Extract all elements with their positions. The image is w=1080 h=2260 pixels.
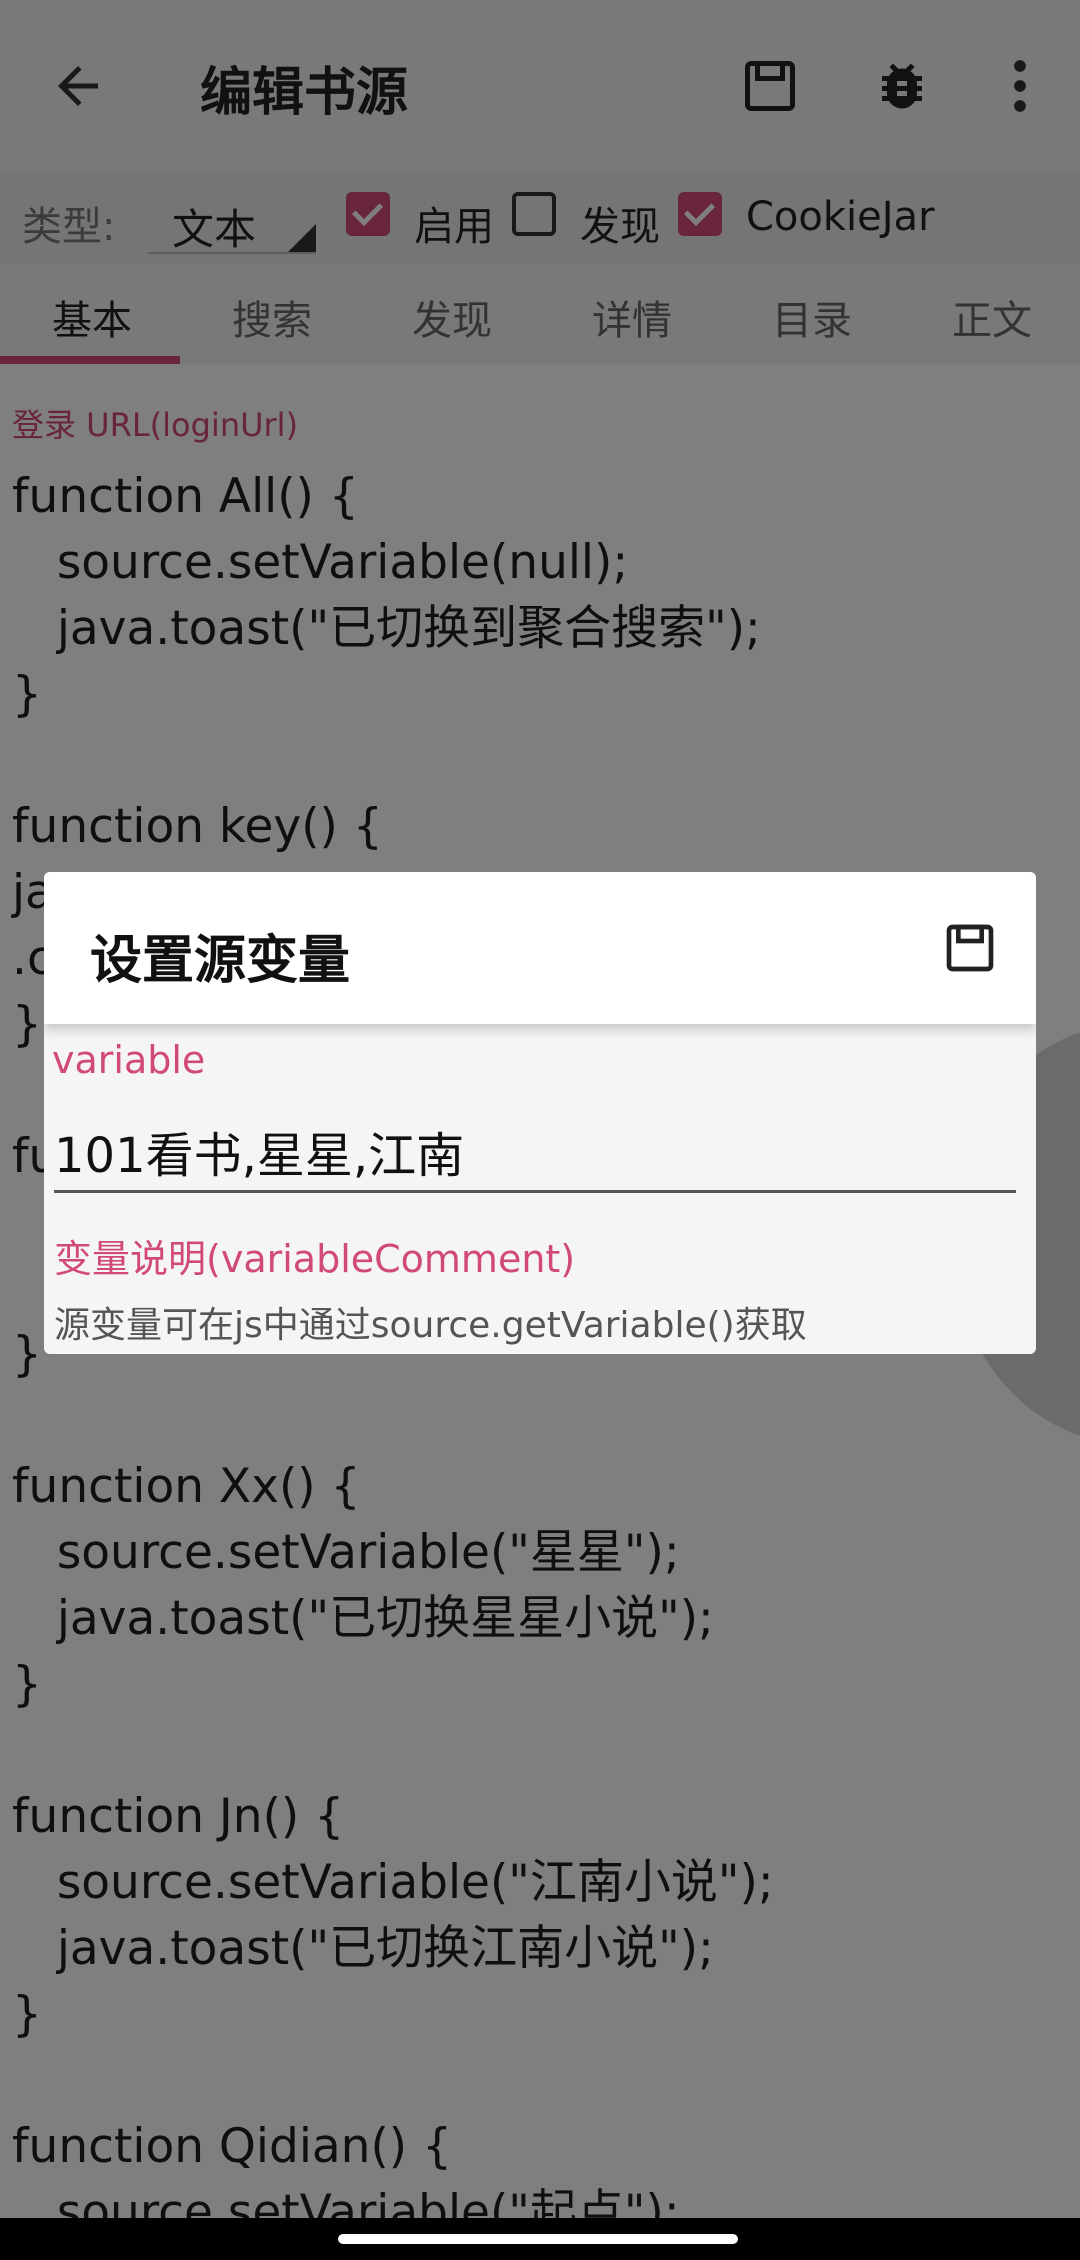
- home-indicator[interactable]: [338, 2234, 738, 2244]
- variable-comment-text: 源变量可在js中通过source.getVariable()获取: [54, 1305, 807, 1346]
- system-nav-bar: [0, 2218, 1080, 2260]
- dialog-title: 设置源变量: [90, 931, 351, 991]
- save-icon[interactable]: [942, 920, 998, 976]
- variable-input[interactable]: [54, 1112, 1016, 1193]
- dialog-header: 设置源变量: [44, 872, 1036, 1024]
- set-variable-dialog: 设置源变量 variable 变量说明(variableComment) 源变量…: [44, 872, 1036, 1354]
- variable-comment-label: 变量说明(variableComment): [54, 1237, 576, 1281]
- variable-label: variable: [52, 1038, 206, 1082]
